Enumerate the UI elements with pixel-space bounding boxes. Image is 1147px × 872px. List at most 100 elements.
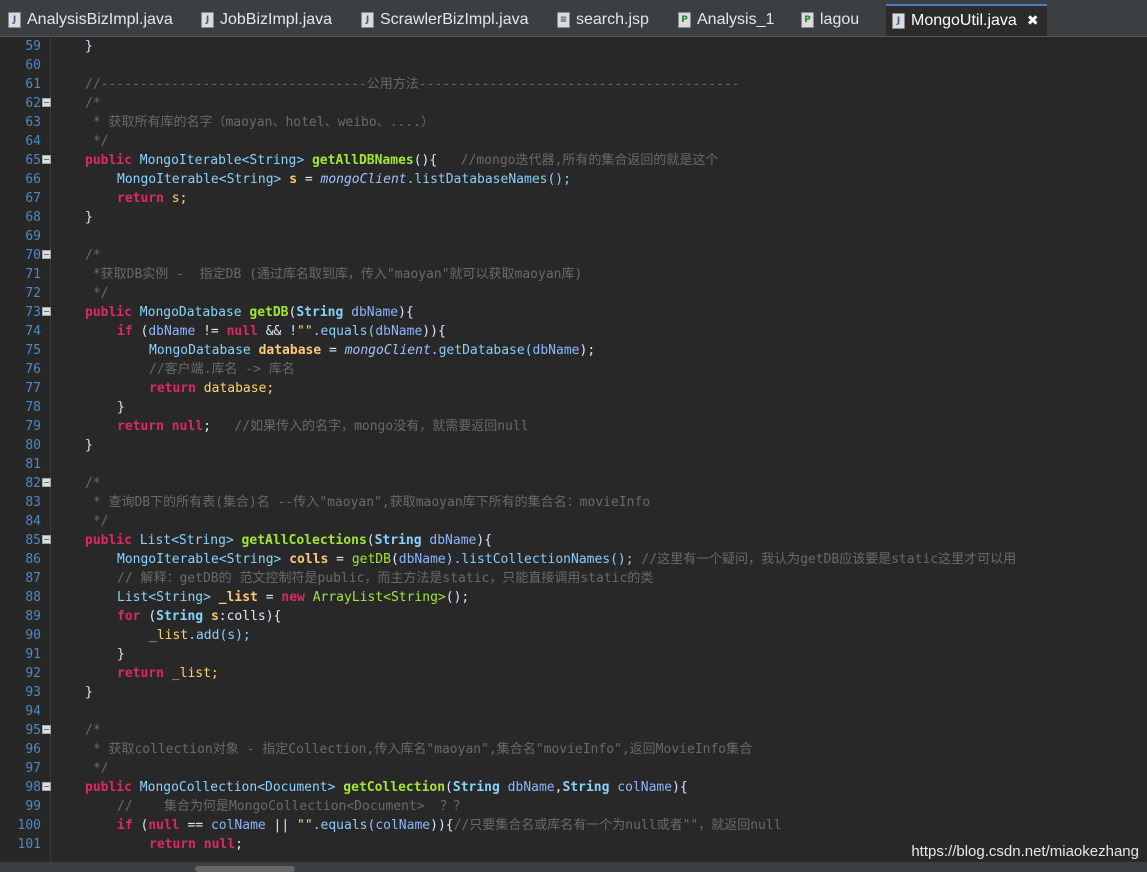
line-number: 64 (25, 134, 41, 149)
tab-jobbizimpl[interactable]: J JobBizImpl.java (201, 6, 332, 34)
code-line: if (dbName != null && !"".equals(dbName)… (117, 324, 446, 339)
fold-toggle-icon[interactable]: − (42, 155, 51, 164)
line-number: 82 (25, 476, 41, 491)
fold-toggle-icon[interactable]: − (42, 250, 51, 259)
line-number: 100 (17, 818, 41, 833)
line-number: 72 (25, 286, 41, 301)
code-line: /* (85, 476, 101, 491)
scrollbar-thumb[interactable] (195, 866, 295, 872)
line-number: 77 (25, 381, 41, 396)
fold-toggle-icon[interactable]: − (42, 307, 51, 316)
line-number: 85 (25, 533, 41, 548)
tab-scrawlerbizimpl[interactable]: J ScrawlerBizImpl.java (361, 6, 528, 34)
code-line: return database; (149, 381, 275, 396)
line-number: 65 (25, 153, 41, 168)
watermark: https://blog.csdn.net/miaokezhang (911, 843, 1139, 860)
line-number: 91 (25, 647, 41, 662)
java-file-icon: J (201, 12, 214, 28)
tab-label: Analysis_1 (697, 11, 775, 28)
tab-label: MongoUtil.java (911, 12, 1017, 29)
code-line: MongoDatabase database = mongoClient.get… (149, 343, 596, 358)
code-line: MongoIterable<String> s = mongoClient.li… (117, 172, 571, 187)
code-line: */ (85, 514, 109, 529)
line-number: 89 (25, 609, 41, 624)
line-number: 69 (25, 229, 41, 244)
code-line: /* (85, 248, 101, 263)
code-line: public MongoDatabase getDB(String dbName… (85, 305, 414, 320)
class-file-icon: P (801, 12, 814, 28)
code-line: return s; (117, 191, 188, 206)
line-number: 92 (25, 666, 41, 681)
java-file-icon: J (361, 12, 374, 28)
line-number: 86 (25, 552, 41, 567)
tab-label: AnalysisBizImpl.java (27, 11, 173, 28)
code-line: } (117, 400, 125, 415)
line-number: 60 (25, 58, 41, 73)
code-line: if (null == colName || "".equals(colName… (117, 818, 782, 833)
code-line: //客户端.库名 -> 库名 (149, 362, 295, 377)
code-line: } (85, 39, 93, 54)
tab-mongoutil[interactable]: J MongoUtil.java ✖ (886, 4, 1047, 36)
tab-lagou[interactable]: P lagou (801, 6, 859, 34)
code-line: * 查询DB下的所有表(集合)名 --传入"maoyan",获取maoyan库下… (85, 495, 651, 510)
line-number: 97 (25, 761, 41, 776)
code-line: return null; //如果传入的名字，mongo没有，就需要返回null (117, 419, 529, 434)
tab-label: lagou (820, 11, 860, 28)
horizontal-scrollbar[interactable] (0, 862, 1147, 872)
java-file-icon: J (892, 13, 905, 29)
line-number: 61 (25, 77, 41, 92)
line-number: 84 (25, 514, 41, 529)
code-line: /* (85, 96, 101, 111)
line-number: 59 (25, 39, 41, 54)
tab-label: ScrawlerBizImpl.java (380, 11, 529, 28)
line-number: 90 (25, 628, 41, 643)
java-file-icon: J (8, 12, 21, 28)
code-line: List<String> _list = new ArrayList<Strin… (117, 590, 470, 605)
fold-toggle-icon[interactable]: − (42, 782, 51, 791)
tab-label: JobBizImpl.java (220, 11, 333, 28)
code-line: * 获取所有库的名字（maoyan、hotel、weibo、....） (85, 115, 435, 130)
code-line: // 集合为何是MongoCollection<Document> ？？ (117, 799, 467, 814)
code-line: */ (85, 761, 109, 776)
line-number: 81 (25, 457, 41, 472)
line-number: 73 (25, 305, 41, 320)
fold-toggle-icon[interactable]: − (42, 535, 51, 544)
code-line: public MongoCollection<Document> getColl… (85, 780, 688, 795)
line-number: 79 (25, 419, 41, 434)
line-number: 101 (17, 837, 41, 852)
code-editor[interactable]: 59} 60 61 //-----------------------------… (0, 37, 1147, 862)
line-number: 75 (25, 343, 41, 358)
code-line: MongoIterable<String> colls = getDB(dbNa… (117, 552, 1017, 567)
line-number: 96 (25, 742, 41, 757)
code-line: return _list; (117, 666, 219, 681)
code-line: /* (85, 723, 101, 738)
line-number: 70 (25, 248, 41, 263)
tab-analysisbizimpl[interactable]: J AnalysisBizImpl.java (8, 6, 173, 34)
close-tab-icon[interactable]: ✖ (1027, 13, 1039, 29)
line-number: 68 (25, 210, 41, 225)
code-line: } (117, 647, 125, 662)
tab-analysis-1[interactable]: P Analysis_1 (678, 6, 774, 34)
tab-search-jsp[interactable]: ≡ search.jsp (557, 6, 649, 34)
line-number: 63 (25, 115, 41, 130)
line-number: 93 (25, 685, 41, 700)
class-file-icon: P (678, 12, 691, 28)
line-number: 99 (25, 799, 41, 814)
fold-toggle-icon[interactable]: − (42, 725, 51, 734)
code-line: for (String s:colls){ (117, 609, 282, 624)
code-line: *获取DB实例 - 指定DB (通过库名取到库，传入"maoyan"就可以获取m… (85, 267, 583, 282)
line-number: 83 (25, 495, 41, 510)
fold-toggle-icon[interactable]: − (42, 478, 51, 487)
code-line: } (85, 438, 93, 453)
line-number: 62 (25, 96, 41, 111)
line-number: 87 (25, 571, 41, 586)
code-line: */ (85, 134, 109, 149)
line-number: 74 (25, 324, 41, 339)
code-line: } (85, 685, 93, 700)
line-number: 71 (25, 267, 41, 282)
line-number: 94 (25, 704, 41, 719)
jsp-file-icon: ≡ (557, 12, 570, 28)
line-number: 95 (25, 723, 41, 738)
line-number: 76 (25, 362, 41, 377)
fold-toggle-icon[interactable]: − (42, 98, 51, 107)
